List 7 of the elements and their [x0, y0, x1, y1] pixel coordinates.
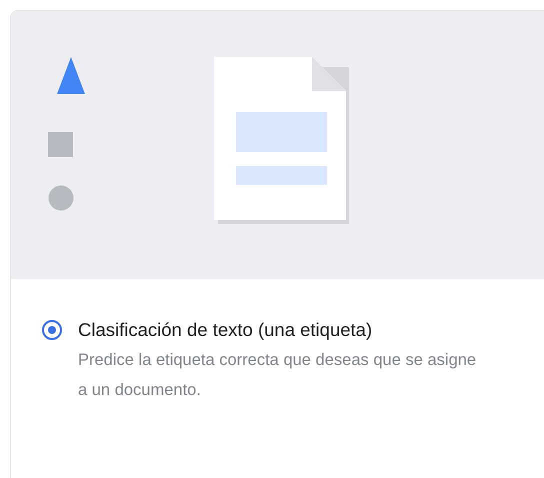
triangle-icon — [57, 57, 85, 94]
square-icon — [48, 132, 73, 157]
circle-icon — [48, 186, 74, 210]
option-title: Clasificación de texto (una etiqueta) — [78, 318, 374, 342]
option-description: Predice la etiqueta correcta que deseas que se asigne a un documento. — [78, 350, 478, 401]
option-card[interactable]: Clasificación de texto (una etiqueta) Predice la etiqueta correcta que deseas que se asigne a un documento. — [10, 10, 544, 478]
radio-button[interactable] — [42, 320, 62, 340]
